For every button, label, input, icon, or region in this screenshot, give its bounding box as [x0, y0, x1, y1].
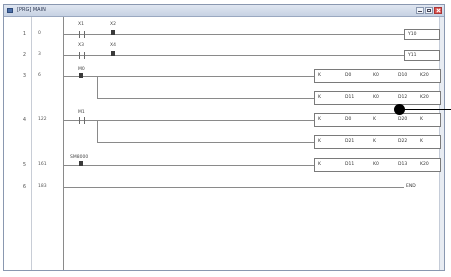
contact-label: X4: [110, 43, 116, 48]
monitor-marker-icon: [111, 51, 115, 56]
step-number: 0: [38, 31, 41, 36]
contact-m1[interactable]: [77, 117, 87, 124]
row-number: 5: [22, 162, 26, 168]
contact-label: X2: [110, 22, 116, 27]
contact-label: X1: [78, 22, 84, 27]
rung-line: [64, 120, 314, 121]
function-block-row[interactable]: K D0 K D20 K: [314, 113, 441, 127]
minimize-icon[interactable]: [416, 7, 424, 14]
step-number: 6: [38, 73, 41, 78]
callout-line: [404, 109, 451, 110]
step-column-divider: [31, 17, 32, 270]
monitor-marker-icon: [111, 30, 115, 35]
step-number: 183: [38, 184, 47, 189]
coil-y10[interactable]: Y10: [404, 29, 440, 40]
step-number: 161: [38, 162, 47, 167]
function-block-row[interactable]: K D21 K D22 K: [314, 135, 441, 149]
branch-line: [97, 142, 314, 143]
branch-line: [97, 98, 314, 99]
row-number: 6: [22, 184, 26, 190]
program-icon: [7, 8, 13, 13]
row-number: 1: [22, 31, 26, 37]
rung-line: [64, 34, 404, 35]
function-block-row[interactable]: K D11 K0 D13 K20: [314, 158, 441, 172]
contact-label: X3: [78, 43, 84, 48]
title-bar[interactable]: [PRG] MAIN: [4, 5, 444, 17]
rung-line: [64, 187, 404, 188]
program-window: [PRG] MAIN 1 0 X1 X2 Y10 2 3 X3 X4 Y11 3: [3, 4, 445, 271]
function-block-row[interactable]: K D11 K0 D12 K20: [314, 91, 441, 105]
contact-x1[interactable]: [77, 31, 87, 38]
step-number: 3: [38, 52, 41, 57]
row-number: 3: [22, 73, 26, 79]
rung-line: [64, 55, 404, 56]
row-number: 4: [22, 117, 26, 123]
branch-line: [97, 76, 98, 98]
monitor-marker-icon: [79, 73, 83, 78]
contact-x3[interactable]: [77, 52, 87, 59]
contact-label: M0: [78, 67, 85, 72]
function-block-row[interactable]: K D0 K0 D10 K20: [314, 69, 441, 83]
end-instruction[interactable]: END: [406, 184, 416, 190]
window-title: [PRG] MAIN: [17, 7, 46, 13]
step-number: 122: [38, 117, 47, 122]
close-icon[interactable]: [434, 7, 442, 14]
monitor-marker-icon: [79, 161, 83, 166]
contact-label: M1: [78, 110, 85, 115]
contact-label: SM8000: [70, 155, 89, 160]
branch-line: [97, 120, 98, 142]
row-number: 2: [22, 52, 26, 58]
rung-line: [64, 165, 314, 166]
coil-y11[interactable]: Y11: [404, 50, 440, 61]
maximize-icon[interactable]: [425, 7, 433, 14]
rung-line: [64, 76, 314, 77]
ladder-editor[interactable]: 1 0 X1 X2 Y10 2 3 X3 X4 Y11 3 6 M0 4 122…: [4, 17, 444, 270]
